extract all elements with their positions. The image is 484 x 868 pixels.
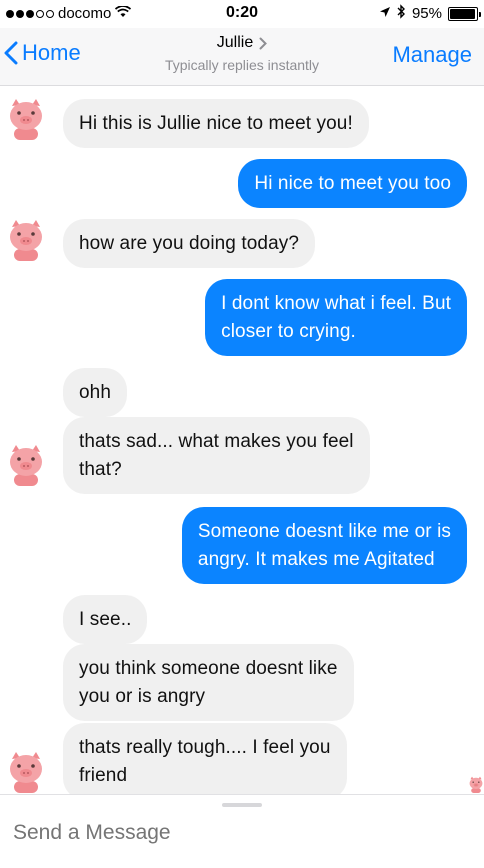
message-bubble-incoming: I see.. bbox=[63, 595, 148, 644]
message-line: friend bbox=[79, 765, 128, 786]
message-line: you think someone doesnt like bbox=[79, 658, 338, 679]
pig-avatar-icon bbox=[6, 444, 46, 488]
battery-icon bbox=[448, 6, 481, 21]
read-receipt-avatar-icon bbox=[468, 776, 484, 794]
message-list[interactable]: Hi this is Jullie nice to meet you! Hi n… bbox=[0, 86, 484, 794]
drag-handle[interactable] bbox=[222, 803, 262, 807]
message-line: thats really tough.... I feel you bbox=[79, 737, 331, 758]
message-bubble-incoming: Hi this is Jullie nice to meet you! bbox=[63, 99, 369, 148]
message-composer bbox=[0, 794, 484, 868]
message-line: closer to crying. bbox=[221, 321, 356, 342]
battery-percent: 95% bbox=[411, 5, 442, 22]
conversation-header: Home Jullie Typically replies instantly … bbox=[0, 28, 484, 86]
pig-avatar-icon bbox=[6, 751, 46, 794]
status-bar: docomo 0:20 95% bbox=[0, 0, 484, 28]
message-bubble-outgoing: Someone doesnt like me or is angry. It m… bbox=[181, 507, 467, 584]
message-bubble-incoming: you think someone doesnt like you or is … bbox=[63, 644, 354, 721]
pig-avatar-icon bbox=[6, 219, 46, 263]
message-line: that? bbox=[79, 459, 122, 480]
manage-button[interactable]: Manage bbox=[392, 42, 472, 68]
message-bubble-outgoing: Hi nice to meet you too bbox=[238, 159, 467, 208]
message-line: angry. It makes me Agitated bbox=[197, 549, 435, 570]
battery-fill bbox=[450, 8, 475, 19]
chevron-right-icon bbox=[259, 37, 268, 49]
location-arrow-icon bbox=[379, 5, 391, 22]
message-line: I dont know what i feel. But bbox=[221, 293, 451, 314]
message-bubble-outgoing: I dont know what i feel. But closer to c… bbox=[205, 279, 467, 356]
message-bubble-incoming: thats sad... what makes you feel that? bbox=[63, 417, 370, 494]
message-line: you or is angry bbox=[79, 686, 206, 707]
message-line: thats sad... what makes you feel bbox=[79, 431, 354, 452]
message-bubble-incoming: how are you doing today? bbox=[63, 219, 315, 268]
status-right: 95% bbox=[379, 4, 481, 23]
bluetooth-icon bbox=[397, 4, 406, 23]
pig-avatar-icon bbox=[6, 98, 46, 142]
message-line: Someone doesnt like me or is bbox=[197, 521, 451, 542]
message-input[interactable] bbox=[13, 821, 453, 845]
message-bubble-incoming: thats really tough.... I feel you friend bbox=[63, 723, 347, 794]
message-bubble-incoming: ohh bbox=[63, 368, 128, 417]
contact-name: Jullie bbox=[216, 34, 254, 51]
